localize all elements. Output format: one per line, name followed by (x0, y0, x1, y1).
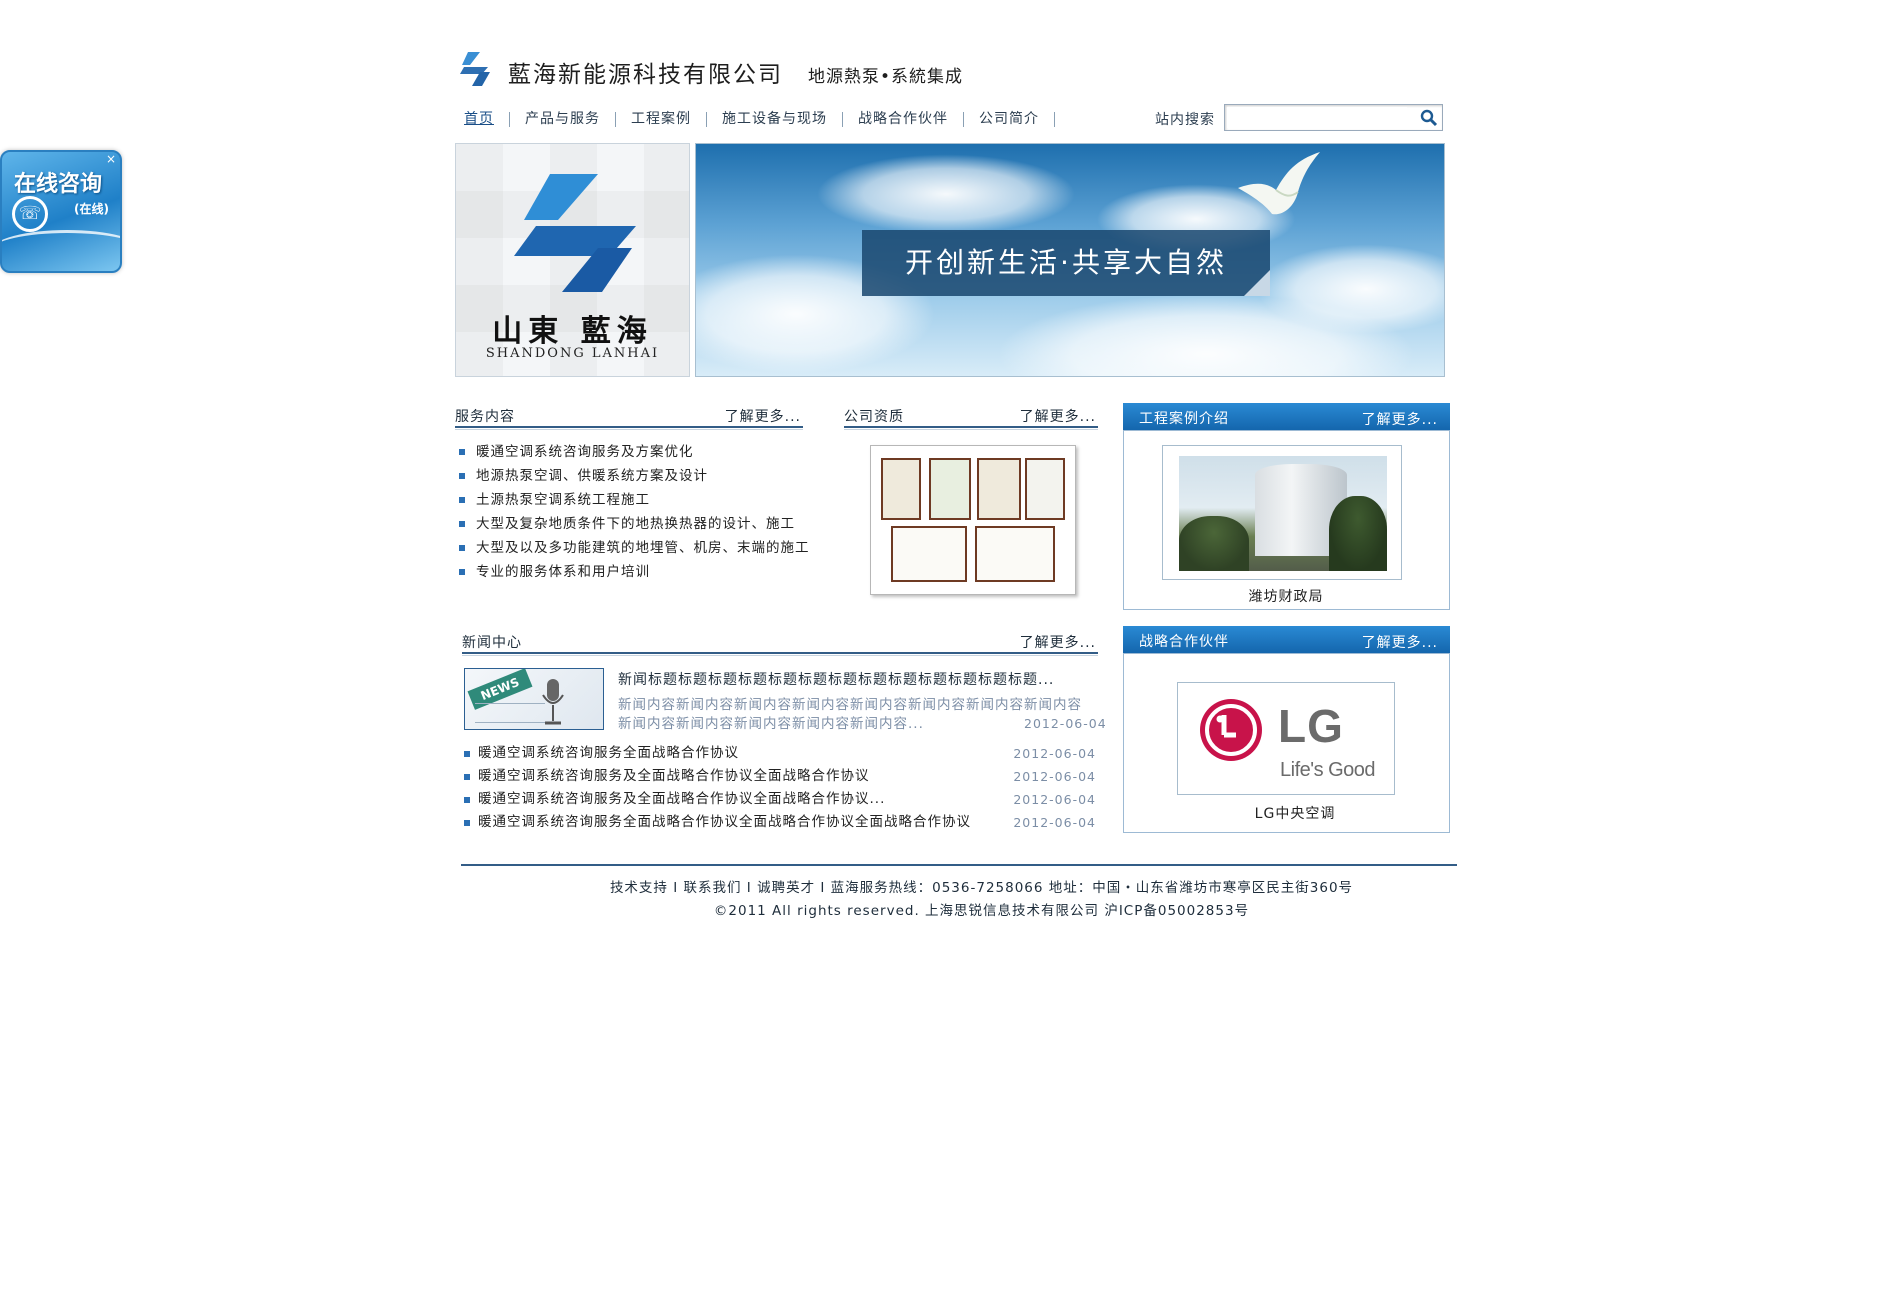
news-header: 新闻中心 了解更多... (462, 632, 1098, 656)
news-list-item[interactable]: 暖通空调系统咨询服务全面战略合作协议 2012-06-04 (462, 742, 1098, 765)
news-title: 新闻中心 (462, 635, 522, 651)
lg-face-icon (1200, 699, 1262, 761)
cloud-image (816, 154, 1076, 234)
partners-header: 战略合作伙伴 了解更多... (1123, 626, 1450, 653)
nav-item-about[interactable]: 公司简介 (964, 111, 1055, 127)
banner-slogan: 开创新生活·共享大自然 (862, 230, 1270, 296)
news-thumbnail[interactable]: NEWS (464, 668, 604, 730)
qualification-header: 公司资质 了解更多... (844, 406, 1098, 430)
banner-slogan-text: 开创新生活·共享大自然 (905, 246, 1227, 279)
tree-shape (1179, 516, 1249, 571)
consult-title: 在线咨询 (14, 172, 103, 197)
nav-item-equipment[interactable]: 施工设备与现场 (707, 111, 843, 127)
lg-logo[interactable]: LG Life's Good (1177, 682, 1395, 795)
certificates-image[interactable] (870, 445, 1076, 595)
footer-copyright: ©2011 All rights reserved. 上海思锐信息技术有限公司 … (713, 903, 1250, 919)
news-list-item[interactable]: 暖通空调系统咨询服务全面战略合作协议全面战略合作协议全面战略合作协议 2012-0… (462, 811, 1098, 834)
lg-logo-text: LG (1278, 700, 1344, 752)
news-item-text: 暖通空调系统咨询服务全面战略合作协议全面战略合作协议全面战略合作协议 (478, 814, 971, 830)
case-photo-frame[interactable] (1162, 445, 1402, 580)
phone-icon: ☏ (12, 196, 48, 232)
certificate-image (975, 526, 1055, 582)
certificate-image (881, 458, 921, 520)
certificate-image (929, 458, 971, 520)
list-item[interactable]: 大型及以及多功能建筑的地埋管、机房、末端的施工 (455, 536, 810, 560)
cases-title: 工程案例介绍 (1139, 411, 1229, 427)
wave-decoration (2, 230, 120, 270)
certificate-image (1025, 458, 1065, 520)
qualification-title: 公司资质 (844, 409, 904, 425)
band-corner-decoration (1244, 270, 1270, 296)
company-name: 藍海新能源科技有限公司 (508, 62, 783, 88)
hero-banner: 开创新生活·共享大自然 (695, 143, 1445, 377)
news-item-text: 暖通空调系统咨询服务全面战略合作协议 (478, 745, 739, 761)
brand-name-cn: 山東 藍海 (492, 314, 653, 349)
lg-tagline: Life's Good (1280, 759, 1376, 781)
news-item-text: 暖通空调系统咨询服务及全面战略合作协议全面战略合作协议... (478, 791, 886, 807)
news-item-date: 2012-06-04 (1013, 746, 1096, 761)
list-item[interactable]: 土源热泵空调系统工程施工 (455, 488, 810, 512)
partner-caption[interactable]: LG中央空调 (1177, 803, 1413, 823)
footer-links-contact[interactable]: 技术支持 I 联系我们 I 诚聘英才 I 蓝海服务热线：0536-7258066… (0, 876, 1903, 896)
consult-status: (在线) (74, 202, 109, 216)
partners-title: 战略合作伙伴 (1139, 634, 1229, 650)
logo-icon[interactable] (458, 52, 494, 86)
case-caption[interactable]: 潍坊财政局 (1162, 586, 1410, 606)
partners-more-link[interactable]: 了解更多... (1362, 632, 1438, 652)
nav-item-cases[interactable]: 工程案例 (616, 111, 707, 127)
services-title: 服务内容 (455, 409, 515, 425)
services-more-link[interactable]: 了解更多... (725, 406, 801, 426)
list-item[interactable]: 大型及复杂地质条件下的地热换热器的设计、施工 (455, 512, 810, 536)
newspaper-lines (475, 703, 545, 723)
brand-logo-panel: 山東 藍海 SHANDONG LANHAI (455, 143, 690, 377)
header-slogan: 地源熱泵•系統集成 (808, 67, 964, 87)
microphone-icon (542, 679, 564, 725)
brand-name-en: SHANDONG LANHAI (485, 346, 660, 361)
online-consult-widget[interactable]: 在线咨询 ☏ (在线) × (0, 150, 122, 273)
nav-item-home[interactable]: 首页 (462, 111, 510, 127)
cases-header: 工程案例介绍 了解更多... (1123, 403, 1450, 430)
news-list-item[interactable]: 暖通空调系统咨询服务及全面战略合作协议全面战略合作协议... 2012-06-04 (462, 788, 1098, 811)
qualification-more-link[interactable]: 了解更多... (1020, 406, 1096, 426)
search-box (1224, 104, 1443, 131)
footer-divider (461, 864, 1457, 866)
news-item-date: 2012-06-04 (1013, 769, 1096, 784)
news-list-item[interactable]: 暖通空调系统咨询服务及全面战略合作协议全面战略合作协议 2012-06-04 (462, 765, 1098, 788)
list-item[interactable]: 地源热泵空调、供暖系统方案及设计 (455, 464, 810, 488)
list-item[interactable]: 专业的服务体系和用户培训 (455, 560, 810, 584)
search-label: 站内搜索 (1155, 112, 1215, 128)
nav-item-products[interactable]: 产品与服务 (510, 111, 616, 127)
news-item-text: 暖通空调系统咨询服务及全面战略合作协议全面战略合作协议 (478, 768, 870, 784)
close-icon[interactable]: × (104, 152, 118, 166)
services-list: 暖通空调系统咨询服务及方案优化 地源热泵空调、供暖系统方案及设计 土源热泵空调系… (455, 440, 810, 584)
nav-item-partners[interactable]: 战略合作伙伴 (843, 111, 964, 127)
brand-mark-icon (514, 174, 636, 292)
news-item-date: 2012-06-04 (1013, 792, 1096, 807)
building-photo (1179, 456, 1387, 571)
cases-more-link[interactable]: 了解更多... (1362, 409, 1438, 429)
services-header: 服务内容 了解更多... (455, 406, 803, 430)
dove-icon (1238, 152, 1320, 215)
main-nav: 首页 产品与服务 工程案例 施工设备与现场 战略合作伙伴 公司简介 (462, 108, 1055, 130)
featured-news-date: 2012-06-04 (1024, 716, 1107, 731)
search-input[interactable] (1227, 107, 1407, 128)
certificate-image (977, 458, 1021, 520)
list-item[interactable]: 暖通空调系统咨询服务及方案优化 (455, 440, 810, 464)
news-more-link[interactable]: 了解更多... (1020, 632, 1096, 652)
search-icon[interactable] (1420, 109, 1438, 127)
news-list: 暖通空调系统咨询服务全面战略合作协议 2012-06-04 暖通空调系统咨询服务及… (462, 742, 1098, 834)
featured-news-desc: 新闻内容新闻内容新闻内容新闻内容新闻内容新闻内容新闻内容新闻内容新闻内容新闻内容… (618, 697, 1082, 732)
news-item-date: 2012-06-04 (1013, 815, 1096, 830)
tree-shape (1329, 496, 1387, 571)
certificate-image (891, 526, 967, 582)
featured-news-title[interactable]: 新闻标题标题标题标题标题标题标题标题标题标题标题标题标题... (618, 669, 1054, 689)
